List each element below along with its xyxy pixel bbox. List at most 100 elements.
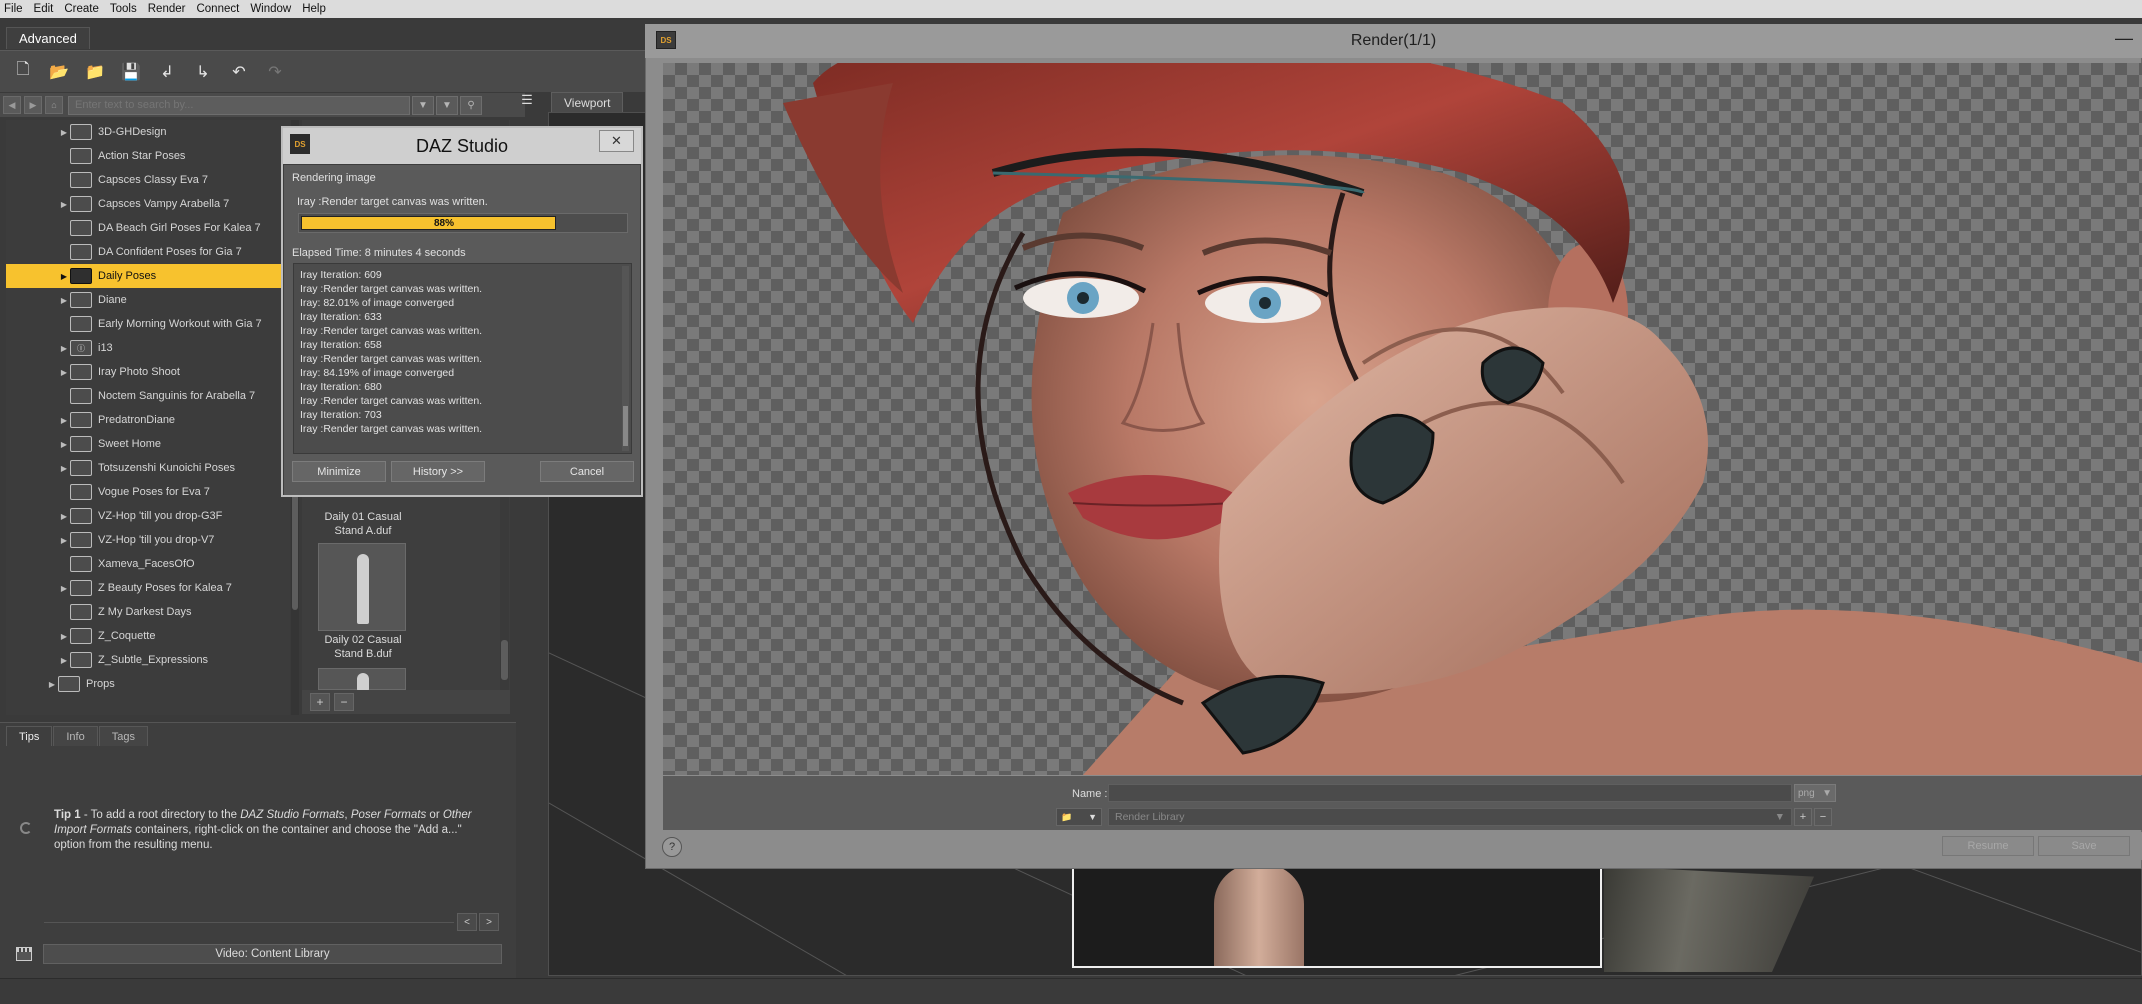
menu-help[interactable]: Help: [302, 3, 326, 15]
history-button[interactable]: History >>: [391, 461, 485, 482]
undo-icon[interactable]: ↶: [228, 61, 250, 83]
add-library-button[interactable]: +: [1794, 808, 1812, 826]
tab-tags[interactable]: Tags: [98, 726, 148, 746]
redo-icon[interactable]: ↷: [264, 61, 286, 83]
export-icon[interactable]: ↳: [192, 61, 214, 83]
thumbnail-label[interactable]: Daily 01 Casual Stand A.duf: [308, 510, 418, 538]
menu-connect[interactable]: Connect: [196, 3, 239, 15]
tab-info[interactable]: Info: [53, 726, 98, 746]
expand-arrow-icon[interactable]: ▶: [58, 512, 70, 521]
video-content-library-button[interactable]: Video: Content Library: [43, 944, 502, 964]
search-input[interactable]: [68, 95, 410, 115]
folder-icon: [70, 148, 92, 164]
save-icon[interactable]: 💾: [120, 61, 142, 83]
pose-thumbnail[interactable]: [318, 668, 406, 691]
add-icon[interactable]: +: [310, 693, 330, 711]
expand-arrow-icon[interactable]: ▶: [58, 584, 70, 593]
import-icon[interactable]: ↲: [156, 61, 178, 83]
tree-item[interactable]: ▶ Capsces Vampy Arabella 7: [6, 192, 290, 216]
tree-item[interactable]: ▶ Diane: [6, 288, 290, 312]
tree-item[interactable]: ▶ Z_Coquette: [6, 624, 290, 648]
render-window-titlebar[interactable]: Render(1/1): [645, 24, 2142, 58]
menu-tools[interactable]: Tools: [110, 3, 137, 15]
menu-file[interactable]: File: [4, 3, 23, 15]
home-icon[interactable]: ⌂: [45, 96, 63, 114]
expand-arrow-icon[interactable]: ▶: [58, 368, 70, 377]
expand-arrow-icon[interactable]: ▶: [58, 296, 70, 305]
tree-item[interactable]: Action Star Poses: [6, 144, 290, 168]
open-folder-icon[interactable]: 📂: [48, 61, 70, 83]
tree-item[interactable]: DA Beach Girl Poses For Kalea 7: [6, 216, 290, 240]
expand-arrow-icon[interactable]: ▶: [58, 536, 70, 545]
expand-arrow-icon[interactable]: ▶: [58, 416, 70, 425]
dialog-title: DAZ Studio: [415, 135, 509, 156]
tree-item[interactable]: ▶ VZ-Hop 'till you drop-G3F: [6, 504, 290, 528]
tab-viewport[interactable]: Viewport: [551, 92, 624, 112]
next-tip-button[interactable]: >: [479, 913, 499, 931]
tree-item[interactable]: ▶ PredatronDiane: [6, 408, 290, 432]
expand-arrow-icon[interactable]: ▶: [46, 680, 58, 689]
close-icon[interactable]: ✕: [599, 130, 634, 152]
new-file-icon[interactable]: 🗋: [12, 61, 34, 83]
tree-item[interactable]: ▶ 3D-GHDesign: [6, 120, 290, 144]
tree-item[interactable]: ▶ Daily Poses: [6, 264, 290, 288]
expand-arrow-icon[interactable]: ▶: [58, 632, 70, 641]
activity-tab-advanced[interactable]: Advanced: [6, 27, 90, 49]
resume-button[interactable]: Resume: [1942, 836, 2034, 856]
render-library-icon-button[interactable]: 📁 ▼: [1056, 808, 1102, 826]
dialog-titlebar[interactable]: DAZ Studio: [283, 128, 641, 164]
tips-tabbar: Tips Info Tags: [6, 726, 149, 746]
minimize-icon[interactable]: —: [2114, 28, 2134, 48]
daz-logo-icon: DS: [656, 31, 676, 49]
tab-tips[interactable]: Tips: [6, 726, 53, 746]
menu-window[interactable]: Window: [250, 3, 291, 15]
forward-arrow-icon[interactable]: ▶: [24, 96, 42, 114]
tree-item[interactable]: ▶ Props: [6, 672, 290, 696]
tree-item[interactable]: Early Morning Workout with Gia 7: [6, 312, 290, 336]
tree-item[interactable]: ▶ Z_Subtle_Expressions: [6, 648, 290, 672]
file-extension-select[interactable]: png ▼: [1794, 784, 1836, 802]
log-scrollbar[interactable]: [622, 266, 629, 451]
expand-arrow-icon[interactable]: ▶: [58, 464, 70, 473]
tree-item[interactable]: Capsces Classy Eva 7: [6, 168, 290, 192]
search-history-dropdown[interactable]: ▼: [412, 95, 434, 115]
tree-item[interactable]: ▶ VZ-Hop 'till you drop-V7: [6, 528, 290, 552]
menu-create[interactable]: Create: [64, 3, 99, 15]
render-library-select[interactable]: Render Library ▼: [1108, 808, 1792, 826]
merge-folder-icon[interactable]: 📁: [84, 61, 106, 83]
tree-item[interactable]: ▶ Ⓘi13: [6, 336, 290, 360]
expand-arrow-icon[interactable]: ▶: [58, 344, 70, 353]
tree-item[interactable]: ▶ Sweet Home: [6, 432, 290, 456]
remove-library-button[interactable]: −: [1814, 808, 1832, 826]
tree-item[interactable]: ▶ Totsuzenshi Kunoichi Poses: [6, 456, 290, 480]
save-button[interactable]: Save: [2038, 836, 2130, 856]
thumbnail-label[interactable]: Daily 02 Casual Stand B.duf: [308, 633, 418, 661]
tree-item[interactable]: DA Confident Poses for Gia 7: [6, 240, 290, 264]
render-name-field[interactable]: [1108, 784, 1792, 802]
expand-arrow-icon[interactable]: ▶: [58, 440, 70, 449]
expand-arrow-icon[interactable]: ▶: [58, 128, 70, 137]
folder-icon: [70, 172, 92, 188]
expand-arrow-icon[interactable]: ▶: [58, 200, 70, 209]
remove-icon[interactable]: −: [334, 693, 354, 711]
expand-arrow-icon[interactable]: ▶: [58, 272, 70, 281]
tree-item-label: Totsuzenshi Kunoichi Poses: [98, 462, 235, 474]
menu-render[interactable]: Render: [148, 3, 186, 15]
tree-item[interactable]: Noctem Sanguinis for Arabella 7: [6, 384, 290, 408]
help-icon[interactable]: ?: [662, 837, 682, 857]
tree-item[interactable]: Vogue Poses for Eva 7: [6, 480, 290, 504]
back-arrow-icon[interactable]: ◀: [3, 96, 21, 114]
tree-item[interactable]: Xameva_FacesOfO: [6, 552, 290, 576]
pose-thumbnail[interactable]: [318, 543, 406, 631]
filter-dropdown[interactable]: ▼: [436, 95, 458, 115]
menu-edit[interactable]: Edit: [34, 3, 54, 15]
expand-arrow-icon[interactable]: ▶: [58, 656, 70, 665]
minimize-button[interactable]: Minimize: [292, 461, 386, 482]
cancel-button[interactable]: Cancel: [540, 461, 634, 482]
tree-item[interactable]: Z My Darkest Days: [6, 600, 290, 624]
viewport-menu-icon[interactable]: ☰: [518, 92, 536, 110]
tree-item[interactable]: ▶ Z Beauty Poses for Kalea 7: [6, 576, 290, 600]
tree-item[interactable]: ▶ Iray Photo Shoot: [6, 360, 290, 384]
previous-tip-button[interactable]: <: [457, 913, 477, 931]
search-icon[interactable]: ⚲: [460, 95, 482, 115]
